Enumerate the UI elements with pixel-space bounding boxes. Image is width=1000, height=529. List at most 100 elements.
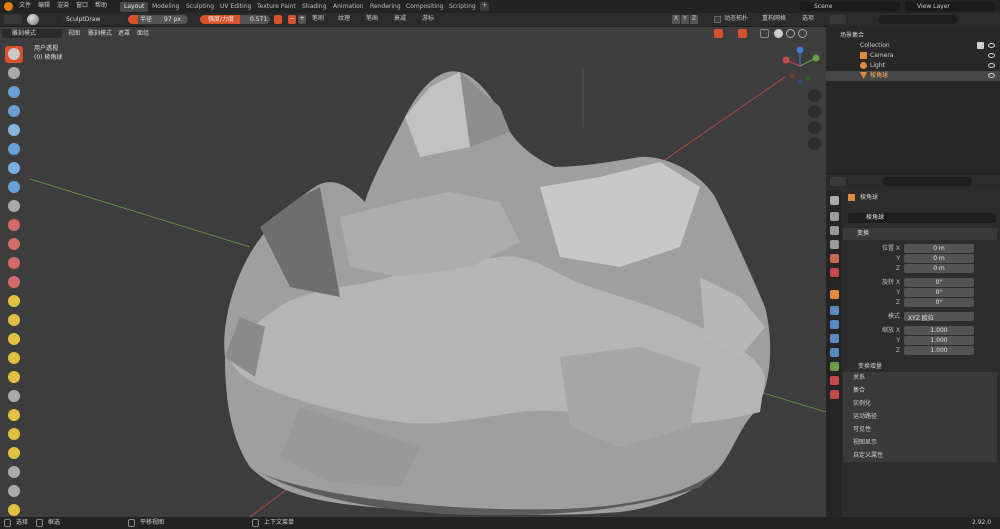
location-y-field[interactable]: 0 m [904,254,974,263]
zoom-icon[interactable] [808,89,821,102]
tool-cloth[interactable] [5,483,23,500]
eye-icon[interactable] [988,73,995,78]
tool-pinch[interactable] [5,312,23,329]
tool-clay[interactable] [5,84,23,101]
menu-render[interactable]: 渲染 [57,3,69,9]
overlay-toggle-icon[interactable] [738,29,747,38]
physics-tab-icon[interactable] [830,334,839,343]
menu-edit[interactable]: 编辑 [38,3,50,9]
tool-rotate[interactable] [5,445,23,462]
cursor-dropdown[interactable]: 游标 [420,15,436,24]
scene-tab-icon[interactable] [830,254,839,263]
material-tab-icon[interactable] [830,376,839,385]
tab-scripting[interactable]: Scripting [445,2,480,12]
menu-file[interactable]: 文件 [19,3,31,9]
tool-elastic-deform[interactable] [5,350,23,367]
outliner-search-input[interactable] [878,15,958,24]
tool-smooth[interactable] [5,217,23,234]
tool-crease[interactable] [5,198,23,215]
eye-icon[interactable] [988,53,995,58]
editor-type-icon[interactable] [4,15,22,24]
output-tab-icon[interactable] [830,226,839,235]
outliner-row-scene-collection[interactable]: 场景集合 [826,31,1000,41]
outliner-row-camera[interactable]: Camera [826,51,1000,61]
tool-snake-hook[interactable] [5,369,23,386]
rotation-z-field[interactable]: 0° [904,298,974,307]
delta-transform-subpanel[interactable]: 变换增量 [858,364,882,370]
tool-nudge[interactable] [5,426,23,443]
particles-tab-icon[interactable] [830,320,839,329]
render-tab-icon[interactable] [830,212,839,221]
location-x-field[interactable]: 0 m [904,244,974,253]
strength-slider[interactable]: 强度/力度 0.571 [200,15,270,24]
texture-tab-icon[interactable] [830,390,839,399]
tool-clay-thumb[interactable] [5,122,23,139]
mirror-y-toggle[interactable]: Y [681,15,689,24]
gizmo-toggle-icon[interactable] [714,29,723,38]
stroke-dropdown[interactable]: 笔画 [364,15,380,24]
tool-pose[interactable] [5,407,23,424]
object-tab-icon[interactable] [830,290,839,299]
brush-preview-icon[interactable] [27,14,39,25]
rotation-y-field[interactable]: 0° [904,288,974,297]
tool-layer[interactable] [5,141,23,158]
tool-blob[interactable] [5,179,23,196]
texture-dropdown[interactable]: 纹理 [336,15,352,24]
outliner-editor-type-icon[interactable] [830,15,846,24]
tab-layout[interactable]: Layout [120,2,149,12]
outliner-row-light[interactable]: Light [826,61,1000,71]
tab-shading[interactable]: Shading [298,2,330,12]
scale-x-field[interactable]: 1.000 [904,326,974,335]
scale-z-field[interactable]: 1.000 [904,346,974,355]
tool-tab-icon[interactable] [830,196,839,205]
tool-inflate[interactable] [5,160,23,177]
sculpt-menu[interactable]: 雕刻模式 [88,31,112,37]
filter-icon[interactable] [968,15,980,24]
tab-animation[interactable]: Animation [329,2,368,12]
view-layer-tab-icon[interactable] [830,240,839,249]
shading-rendered-icon[interactable] [798,29,807,38]
mode-selector[interactable]: 雕刻模式 [2,29,62,38]
brush-dropdown[interactable]: 笔刷 [310,15,326,24]
brush-name-field[interactable]: SculptDraw [62,15,124,24]
outliner-row-collection[interactable]: Collection [826,41,1000,51]
view-menu[interactable]: 视图 [68,31,80,37]
tab-uv-editing[interactable]: UV Editing [216,2,255,12]
collection-checkbox[interactable] [977,42,984,49]
add-workspace-button[interactable]: + [480,2,489,11]
scale-y-field[interactable]: 1.000 [904,336,974,345]
eye-icon[interactable] [988,63,995,68]
outliner-row-mesh[interactable]: 棱角球 [826,71,1000,81]
rotation-x-field[interactable]: 0° [904,278,974,287]
remesh-dropdown[interactable]: 重构网格 [760,15,788,24]
tab-rendering[interactable]: Rendering [366,2,405,12]
pen-pressure-icon[interactable] [274,15,282,24]
shading-solid-icon[interactable] [774,29,783,38]
panel-relations[interactable]: 关系 [853,375,865,381]
panel-custom-properties[interactable]: 自定义属性 [853,453,883,459]
properties-search-input[interactable] [882,177,972,186]
tab-texture-paint[interactable]: Texture Paint [253,2,300,12]
face-sets-menu[interactable]: 面组 [137,31,149,37]
pan-hand-icon[interactable] [808,105,821,118]
ortho-grid-icon[interactable] [808,137,821,150]
options-dropdown[interactable]: 选项 [800,15,816,24]
dyntopo-checkbox[interactable] [714,16,721,23]
xray-toggle-icon[interactable] [760,29,769,38]
panel-viewport-display[interactable]: 视图显示 [853,440,877,446]
tool-slide-relax[interactable] [5,464,23,481]
tool-multiplane-scrape[interactable] [5,293,23,310]
rotation-mode-select[interactable]: XYZ 欧拉 [904,312,974,322]
data-tab-icon[interactable] [830,362,839,371]
navigation-gizmo[interactable] [778,44,822,88]
panel-motion-paths[interactable]: 运动路径 [853,414,877,420]
add-button[interactable]: + [298,15,306,24]
world-tab-icon[interactable] [830,268,839,277]
modifier-tab-icon[interactable] [830,306,839,315]
view-object-types-icon[interactable] [695,29,711,38]
object-name-field[interactable]: 棱角球 [848,213,996,223]
tool-flatten[interactable] [5,236,23,253]
properties-editor-type-icon[interactable] [830,177,846,186]
tab-compositing[interactable]: Compositing [402,2,448,12]
view-layer-selector[interactable]: View Layer [905,2,995,11]
